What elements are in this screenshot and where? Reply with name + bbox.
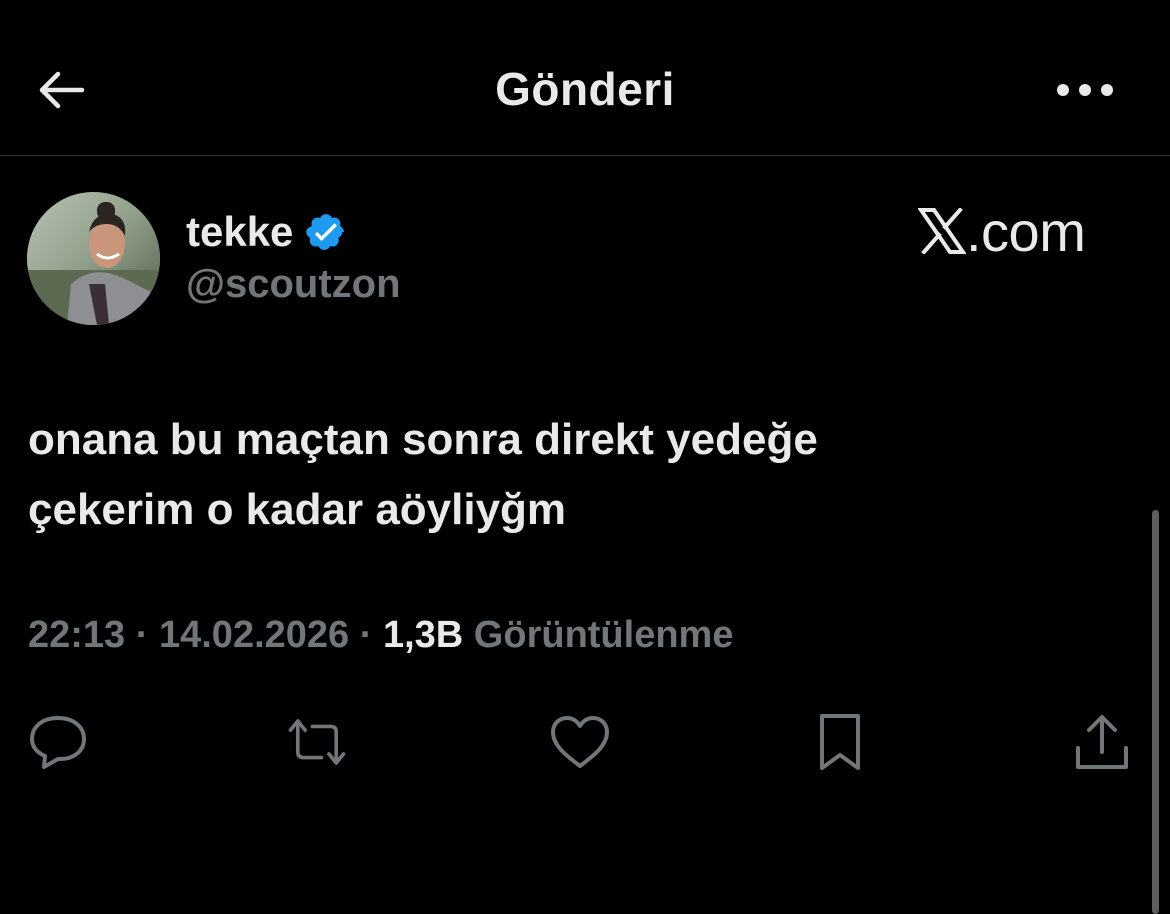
like-icon — [551, 716, 609, 768]
tweet-date[interactable]: 14.02.2026 — [159, 614, 349, 656]
reply-button[interactable] — [26, 710, 90, 774]
more-horizontal-icon — [1057, 84, 1113, 96]
bookmark-button[interactable] — [808, 710, 872, 774]
bookmark-icon — [820, 714, 860, 770]
display-name[interactable]: tekke — [186, 208, 293, 256]
author-name-row[interactable]: tekke — [186, 206, 347, 258]
scrollbar[interactable] — [1152, 510, 1159, 914]
reply-icon — [30, 716, 86, 769]
tweet-text: onana bu maçtan sonra direkt yedeğe çeke… — [28, 405, 1088, 545]
avatar-photo-icon — [27, 192, 160, 325]
retweet-icon — [288, 719, 346, 765]
x-logo-icon — [918, 208, 966, 254]
views-count[interactable]: 1,3B — [383, 614, 463, 656]
views-label[interactable]: Görüntülenme — [474, 614, 734, 656]
x-com-watermark: .com — [918, 199, 1086, 263]
like-button[interactable] — [548, 710, 612, 774]
tweet-line-2: çekerim o kadar aöyliyğm — [28, 485, 567, 534]
meta-separator: · — [135, 614, 149, 656]
post-header: Gönderi — [0, 0, 1170, 156]
tweet-meta: 22:13 · 14.02.2026 · 1,3B Görüntülenme — [28, 614, 733, 657]
tweet-line-1: onana bu maçtan sonra direkt yedeğe — [28, 415, 818, 464]
meta-separator: · — [359, 614, 373, 656]
watermark-text: .com — [966, 199, 1086, 263]
author-handle[interactable]: @scoutzon — [186, 262, 401, 307]
page-title: Gönderi — [495, 63, 675, 115]
tweet-time[interactable]: 22:13 — [28, 614, 125, 656]
share-icon — [1076, 715, 1128, 769]
retweet-button[interactable] — [285, 710, 349, 774]
verified-badge-icon[interactable] — [305, 211, 347, 253]
share-button[interactable] — [1070, 710, 1134, 774]
avatar[interactable] — [27, 192, 160, 325]
more-options-button[interactable] — [1052, 72, 1118, 108]
